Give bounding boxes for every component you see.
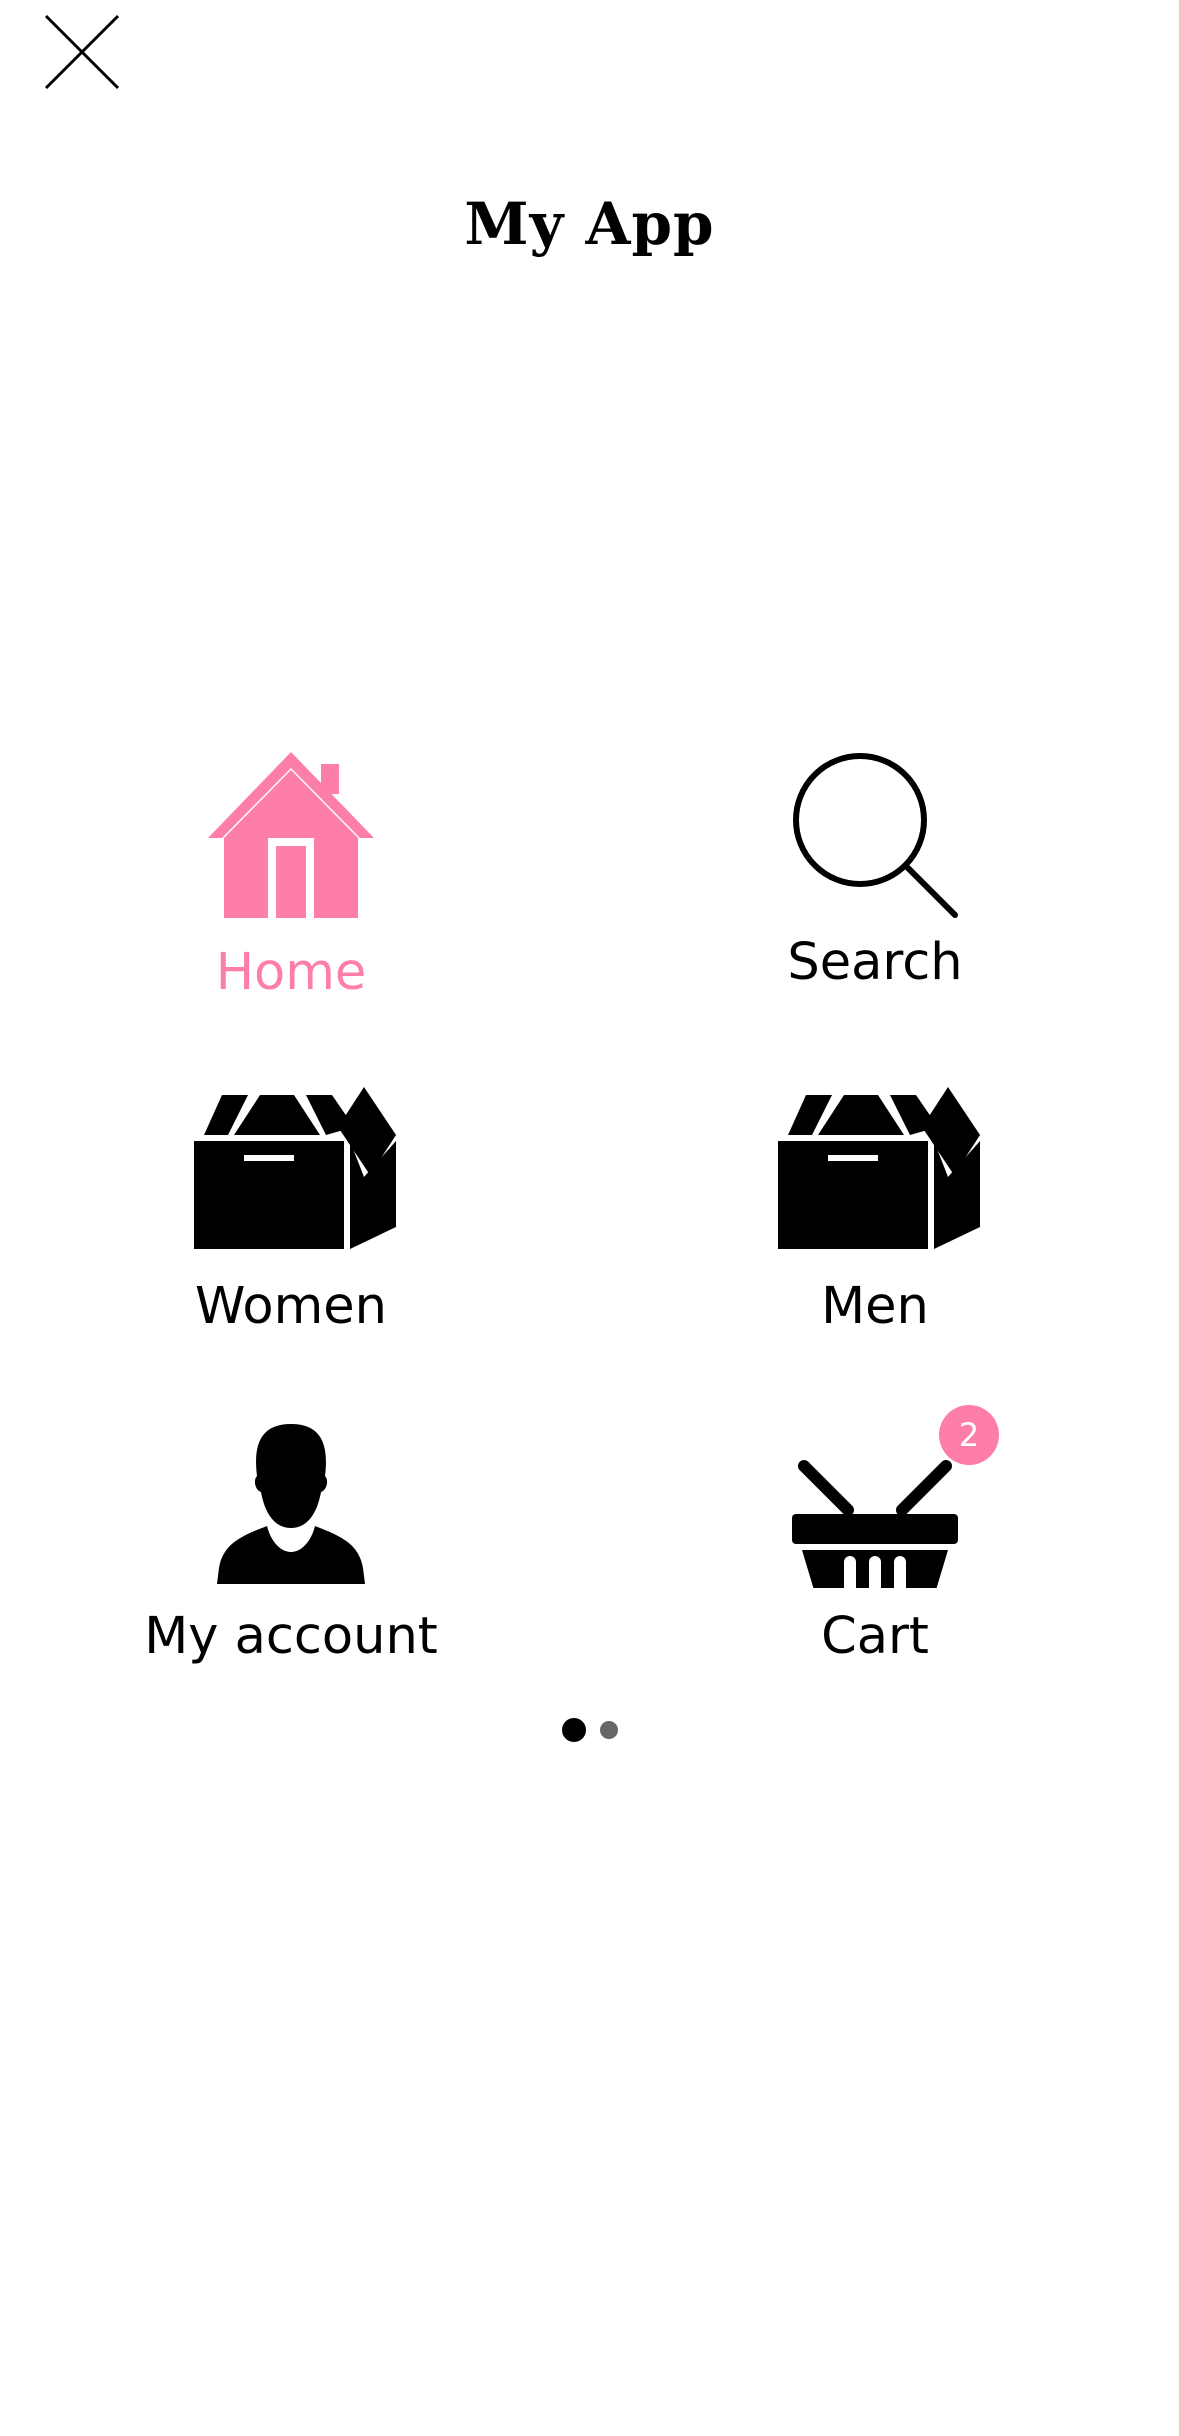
menu-label-cart: Cart xyxy=(821,1607,929,1666)
search-icon xyxy=(793,753,958,918)
menu-label-home: Home xyxy=(215,943,367,1002)
cart-count-badge: 2 xyxy=(939,1405,999,1465)
menu-label-men: Men xyxy=(821,1277,929,1336)
menu-label-account: My account xyxy=(144,1607,438,1666)
home-icon xyxy=(208,752,374,918)
close-icon xyxy=(44,14,120,90)
menu-item-account[interactable]: My account xyxy=(81,1413,501,1713)
menu-item-men[interactable]: Men xyxy=(665,1080,1085,1380)
page-dot-1[interactable] xyxy=(561,1718,586,1742)
user-icon xyxy=(217,1424,365,1584)
box-icon xyxy=(194,1087,396,1249)
menu-item-women[interactable]: Women xyxy=(81,1080,501,1380)
page-indicator xyxy=(0,1718,1179,1742)
menu-item-search[interactable]: Search xyxy=(665,745,1085,1045)
basket-icon xyxy=(792,1460,958,1588)
menu-label-search: Search xyxy=(787,933,963,992)
box-icon xyxy=(778,1087,980,1249)
menu-label-women: Women xyxy=(194,1277,388,1336)
menu-screen: My App Home Search Women Men My account … xyxy=(0,0,1179,2436)
menu-item-cart[interactable]: 2 Cart xyxy=(665,1405,1085,1713)
menu-item-home[interactable]: Home xyxy=(81,745,501,1045)
page-dot-2[interactable] xyxy=(599,1721,618,1739)
close-button[interactable] xyxy=(42,12,122,92)
app-title: My App xyxy=(464,190,715,258)
